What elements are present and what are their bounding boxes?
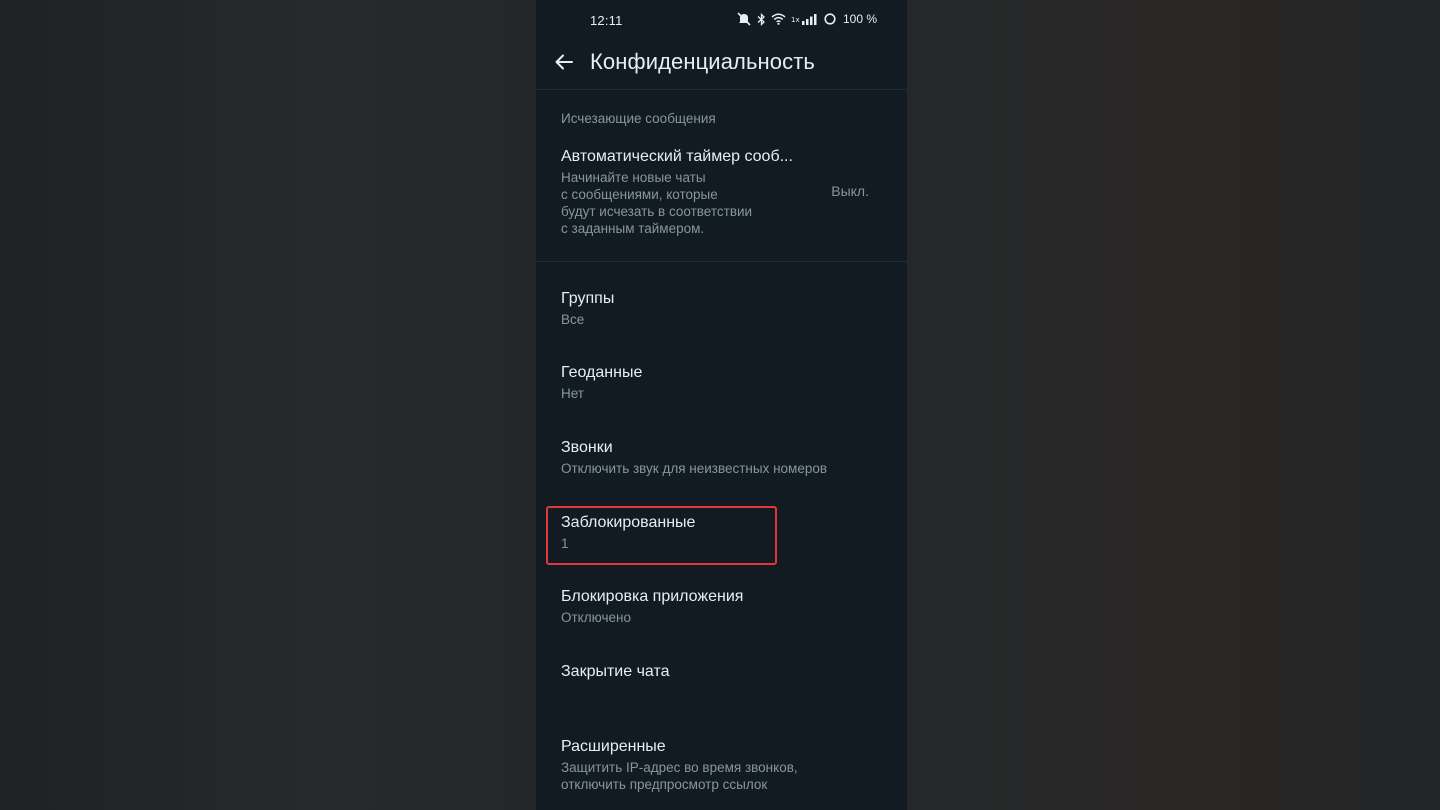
setting-advanced[interactable]: Расширенные Защитить IP-адрес во время з… <box>536 720 907 810</box>
battery-percent: 100 % <box>842 12 877 26</box>
setting-title: Закрытие чата <box>561 663 670 680</box>
page-title: Конфиденциальность <box>590 49 815 74</box>
wifi-icon <box>771 13 786 25</box>
setting-subtitle: Отключено <box>561 610 631 625</box>
divider <box>536 89 907 90</box>
setting-subtitle: Нет <box>561 386 584 401</box>
setting-location[interactable]: Геоданные Нет <box>536 345 907 415</box>
highlight-box <box>546 506 777 565</box>
section-header-disappearing: Исчезающие сообщения <box>561 111 716 126</box>
divider <box>536 261 907 262</box>
setting-subtitle: Все <box>561 312 585 327</box>
setting-title: Геоданные <box>561 364 643 381</box>
setting-chat-lock[interactable]: Закрытие чата <box>536 645 907 715</box>
setting-title: Группы <box>561 290 615 307</box>
setting-auto-timer[interactable]: Автоматический таймер сооб... Начинайте … <box>536 140 907 260</box>
setting-description-line: с сообщениями, которые <box>561 187 718 202</box>
setting-value: Выкл. <box>831 183 869 199</box>
bluetooth-icon <box>757 12 766 26</box>
setting-groups[interactable]: Группы Все <box>536 270 907 340</box>
status-bar: 12:11 1x 100 % <box>536 0 907 40</box>
back-button[interactable] <box>548 48 580 80</box>
background-left <box>0 0 536 810</box>
setting-description-line: с заданным таймером. <box>561 221 705 236</box>
setting-title: Блокировка приложения <box>561 588 744 605</box>
background-right <box>907 0 1440 810</box>
setting-subtitle: отключить предпросмотр ссылок <box>561 777 768 792</box>
back-arrow-icon <box>554 53 574 76</box>
phone-screen: 12:11 1x 100 % Конфиденциальность Исчеза… <box>536 0 907 810</box>
setting-title: Автоматический таймер сооб... <box>561 148 793 165</box>
setting-app-lock[interactable]: Блокировка приложения Отключено <box>536 570 907 640</box>
setting-calls[interactable]: Звонки Отключить звук для неизвестных но… <box>536 420 907 490</box>
setting-description-line: Начинайте новые чаты <box>561 170 706 185</box>
app-bar: Конфиденциальность <box>536 40 907 90</box>
setting-subtitle: Отключить звук для неизвестных номеров <box>561 461 828 476</box>
mute-icon <box>736 12 752 26</box>
setting-subtitle: Защитить IP-адрес во время звонков, <box>561 760 798 775</box>
setting-description-line: будут исчезать в соответствии <box>561 204 753 219</box>
status-time: 12:11 <box>590 13 623 28</box>
signal-icon: 1x <box>791 13 819 25</box>
svg-text:1x: 1x <box>791 16 800 24</box>
battery-icon <box>824 13 836 25</box>
status-icons: 1x 100 % <box>736 12 877 26</box>
setting-title: Звонки <box>561 439 613 456</box>
setting-title: Расширенные <box>561 738 666 755</box>
